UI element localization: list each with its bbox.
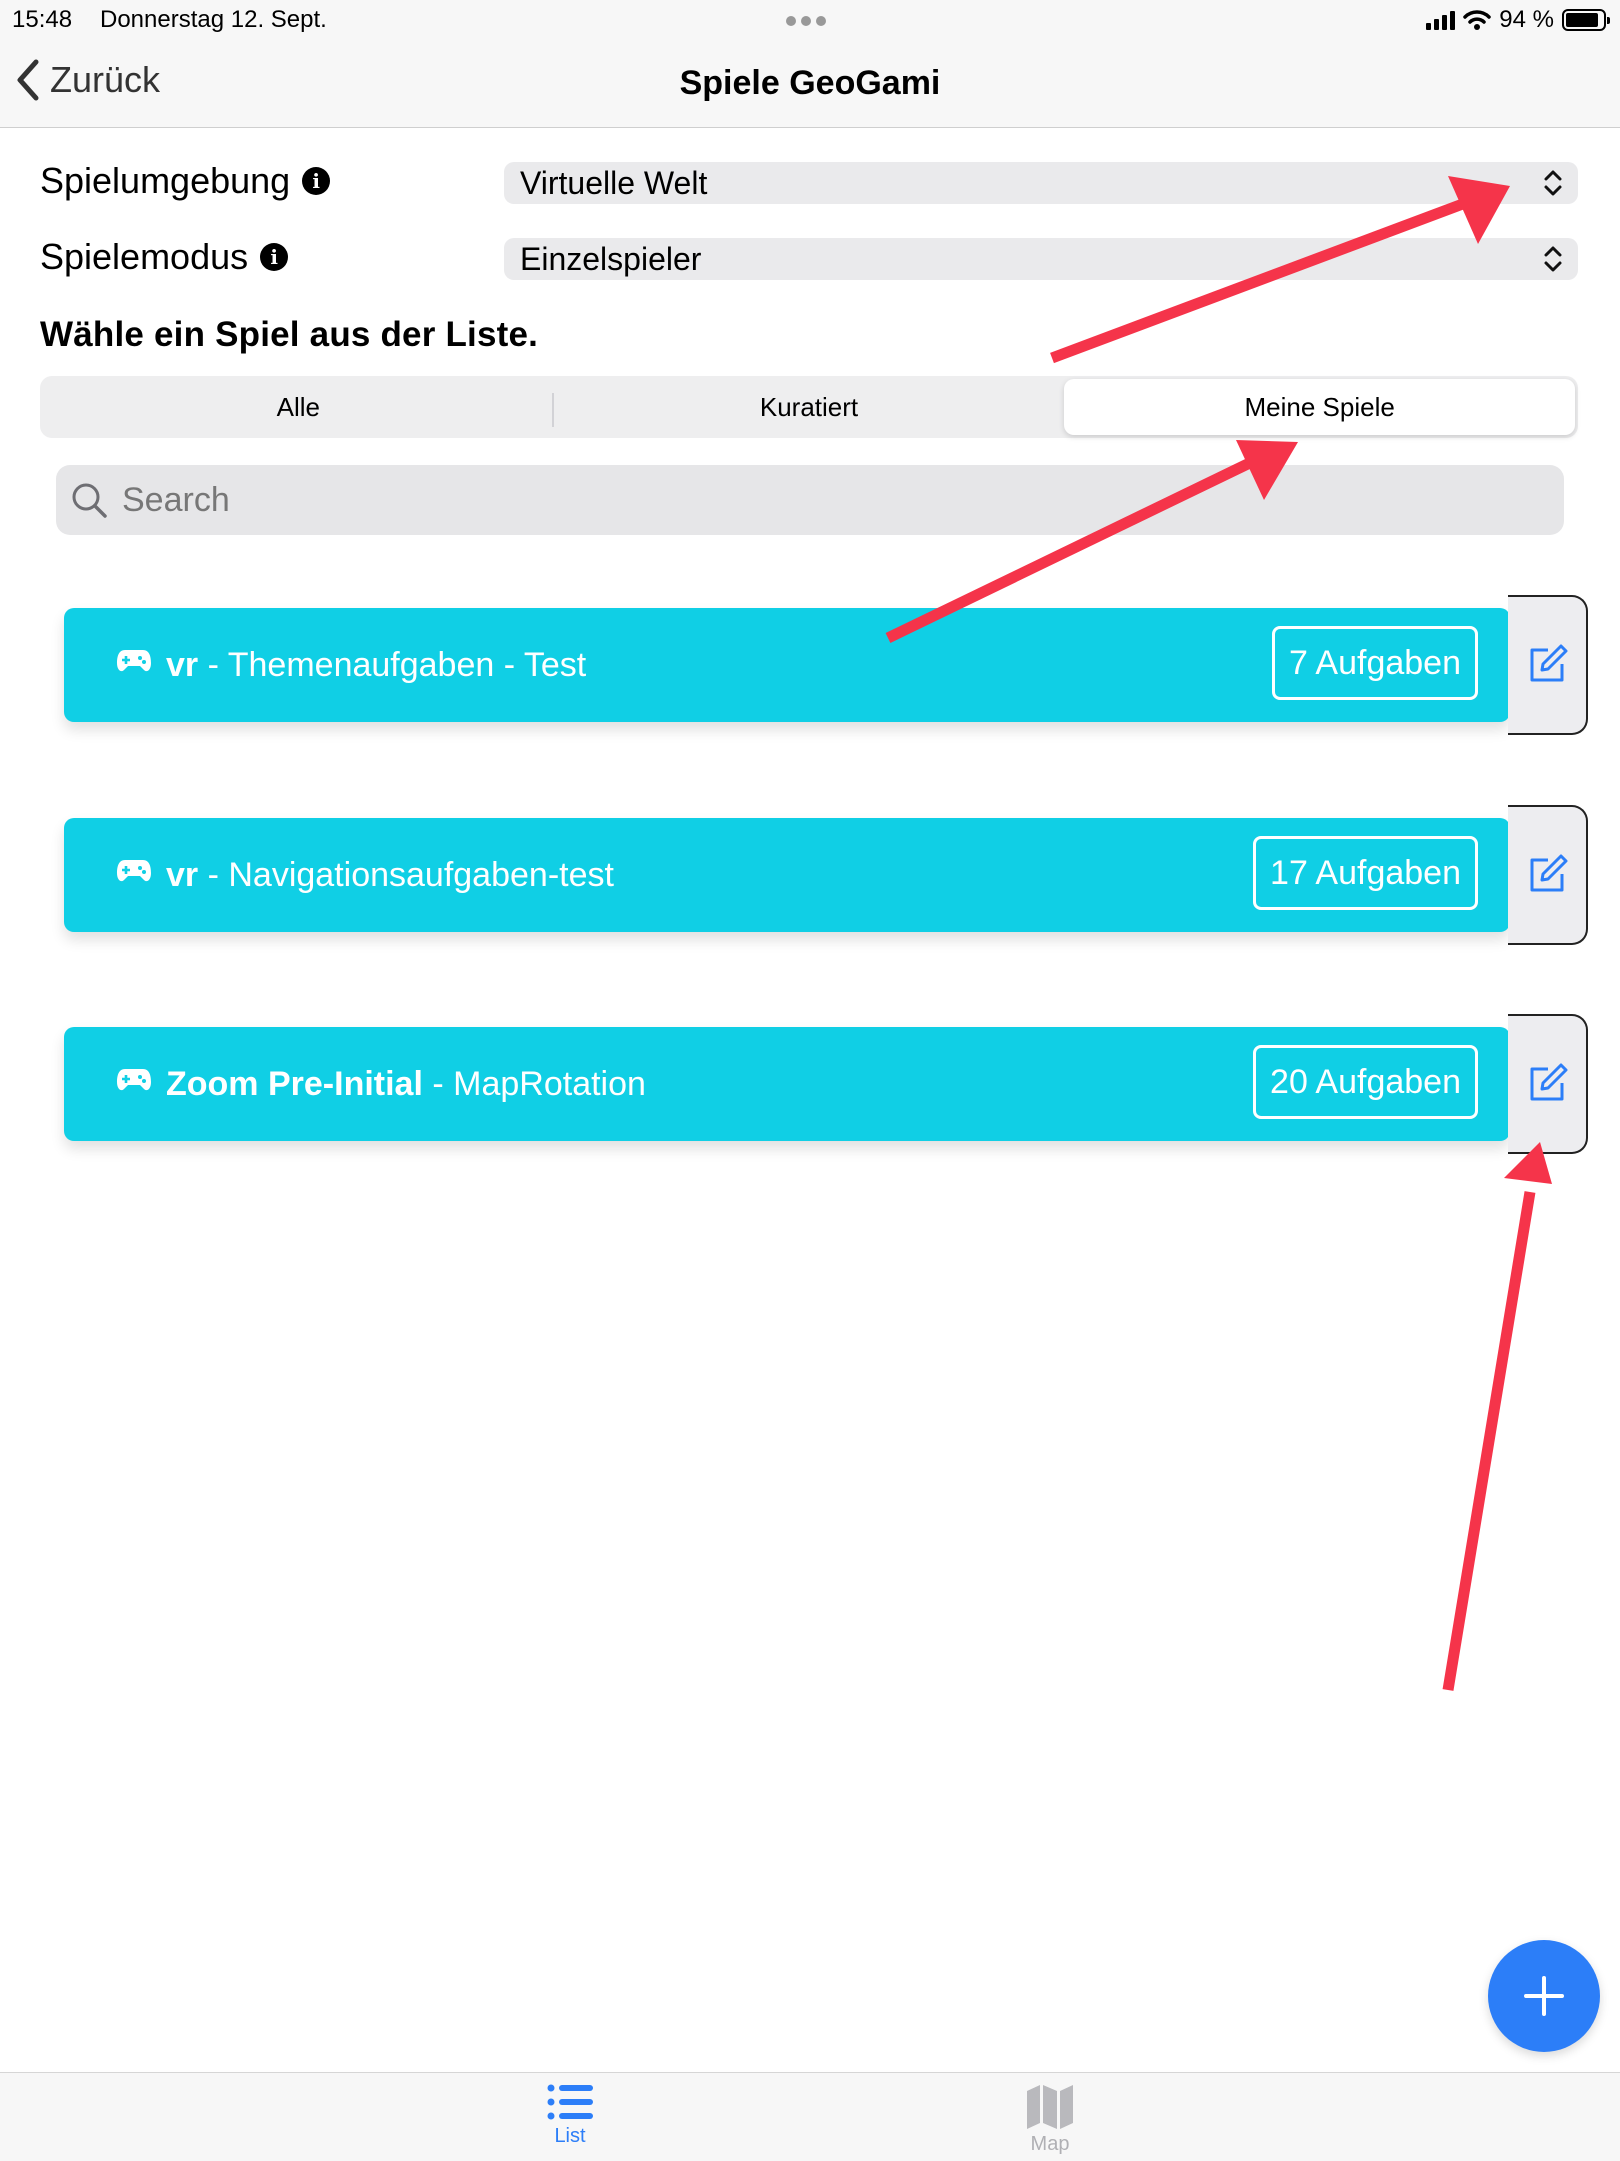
search-bar	[56, 465, 1564, 535]
game-name: Themenaufgaben - Test	[227, 645, 587, 684]
map-icon	[1027, 2085, 1073, 2129]
segment-label: Meine Spiele	[1244, 391, 1395, 422]
segment-kuratiert[interactable]: Kuratiert	[554, 379, 1065, 435]
edit-icon	[1530, 854, 1568, 892]
tab-bar: List Map	[0, 2072, 1620, 2161]
environment-value: Virtuelle Welt	[520, 164, 708, 201]
info-icon[interactable]: i	[260, 243, 289, 271]
chevron-up-down-icon	[1544, 246, 1562, 272]
segment-label: Alle	[276, 391, 321, 422]
game-prefix: vr	[166, 645, 199, 684]
game-card[interactable]: vr - Themenaufgaben - Test 7 Aufgaben	[64, 608, 1510, 722]
page-title: Spiele GeoGami	[679, 64, 941, 102]
battery-percentage: 94 %	[1499, 6, 1554, 33]
game-title: vr - Themenaufgaben - Test	[166, 646, 586, 685]
mode-select[interactable]: Einzelspieler	[504, 238, 1578, 280]
tab-map[interactable]: Map	[990, 2083, 1110, 2156]
add-game-button[interactable]	[1488, 1940, 1600, 2052]
search-icon	[72, 483, 107, 518]
battery-icon	[1562, 9, 1610, 31]
segment-meine-spiele[interactable]: Meine Spiele	[1064, 379, 1576, 435]
segment-label: Kuratiert	[759, 391, 859, 422]
game-filter-segmented-control: Alle Kuratiert Meine Spiele	[40, 376, 1578, 438]
game-card[interactable]: Zoom Pre-Initial - MapRotation 20 Aufgab…	[64, 1027, 1510, 1141]
status-time: 15:48	[12, 6, 73, 33]
list-icon	[547, 2084, 593, 2120]
tab-list[interactable]: List	[510, 2083, 630, 2148]
tab-label: Map	[1030, 2133, 1070, 2155]
status-date: Donnerstag 12. Sept.	[100, 6, 327, 33]
multitasking-dots-icon[interactable]	[786, 13, 834, 26]
edit-game-button[interactable]	[1508, 805, 1588, 945]
cellular-signal-icon	[1426, 10, 1456, 30]
game-card[interactable]: vr - Navigationsaufgaben-test 17 Aufgabe…	[64, 818, 1510, 932]
status-indicators: 94 %	[1426, 4, 1610, 36]
game-name: Navigationsaufgaben-test	[228, 855, 614, 894]
environment-select[interactable]: Virtuelle Welt	[504, 162, 1578, 204]
environment-row-label: Spielumgebung i	[40, 160, 331, 202]
game-title: Zoom Pre-Initial - MapRotation	[166, 1065, 646, 1104]
gamepad-icon	[117, 1069, 151, 1091]
mode-row-label: Spielemodus i	[40, 236, 289, 278]
mode-value: Einzelspieler	[520, 240, 702, 277]
instruction-text: Wähle ein Spiel aus der Liste.	[40, 315, 539, 354]
info-icon[interactable]: i	[302, 167, 331, 195]
game-name: MapRotation	[453, 1064, 646, 1103]
status-bar: 15:48 Donnerstag 12. Sept. 94 %	[0, 0, 1620, 40]
game-separator: -	[198, 855, 229, 894]
annotation-arrow	[1442, 1142, 1552, 1691]
gamepad-icon	[117, 650, 151, 672]
edit-icon	[1530, 1063, 1568, 1101]
tab-label: List	[554, 2125, 586, 2147]
edit-icon	[1530, 644, 1568, 682]
environment-label: Spielumgebung	[40, 160, 291, 201]
gamepad-icon	[117, 860, 151, 882]
task-count-badge: 17 Aufgaben	[1253, 836, 1478, 910]
plus-icon	[1524, 1976, 1564, 2016]
game-prefix: Zoom Pre-Initial	[166, 1064, 423, 1103]
task-count-badge: 7 Aufgaben	[1271, 626, 1478, 700]
mode-label: Spielemodus	[40, 236, 249, 277]
game-prefix: vr	[166, 855, 199, 894]
game-title: vr - Navigationsaufgaben-test	[166, 856, 614, 895]
game-separator: -	[422, 1064, 454, 1103]
edit-game-button[interactable]	[1508, 595, 1588, 735]
edit-game-button[interactable]	[1508, 1014, 1588, 1154]
task-count-badge: 20 Aufgaben	[1253, 1045, 1478, 1119]
segment-alle[interactable]: Alle	[43, 379, 554, 435]
chevron-up-down-icon	[1544, 170, 1562, 196]
wifi-icon	[1463, 10, 1492, 30]
game-separator: -	[198, 645, 228, 684]
search-input[interactable]	[120, 479, 1424, 521]
navigation-bar: Zurück Spiele GeoGami	[0, 40, 1620, 128]
